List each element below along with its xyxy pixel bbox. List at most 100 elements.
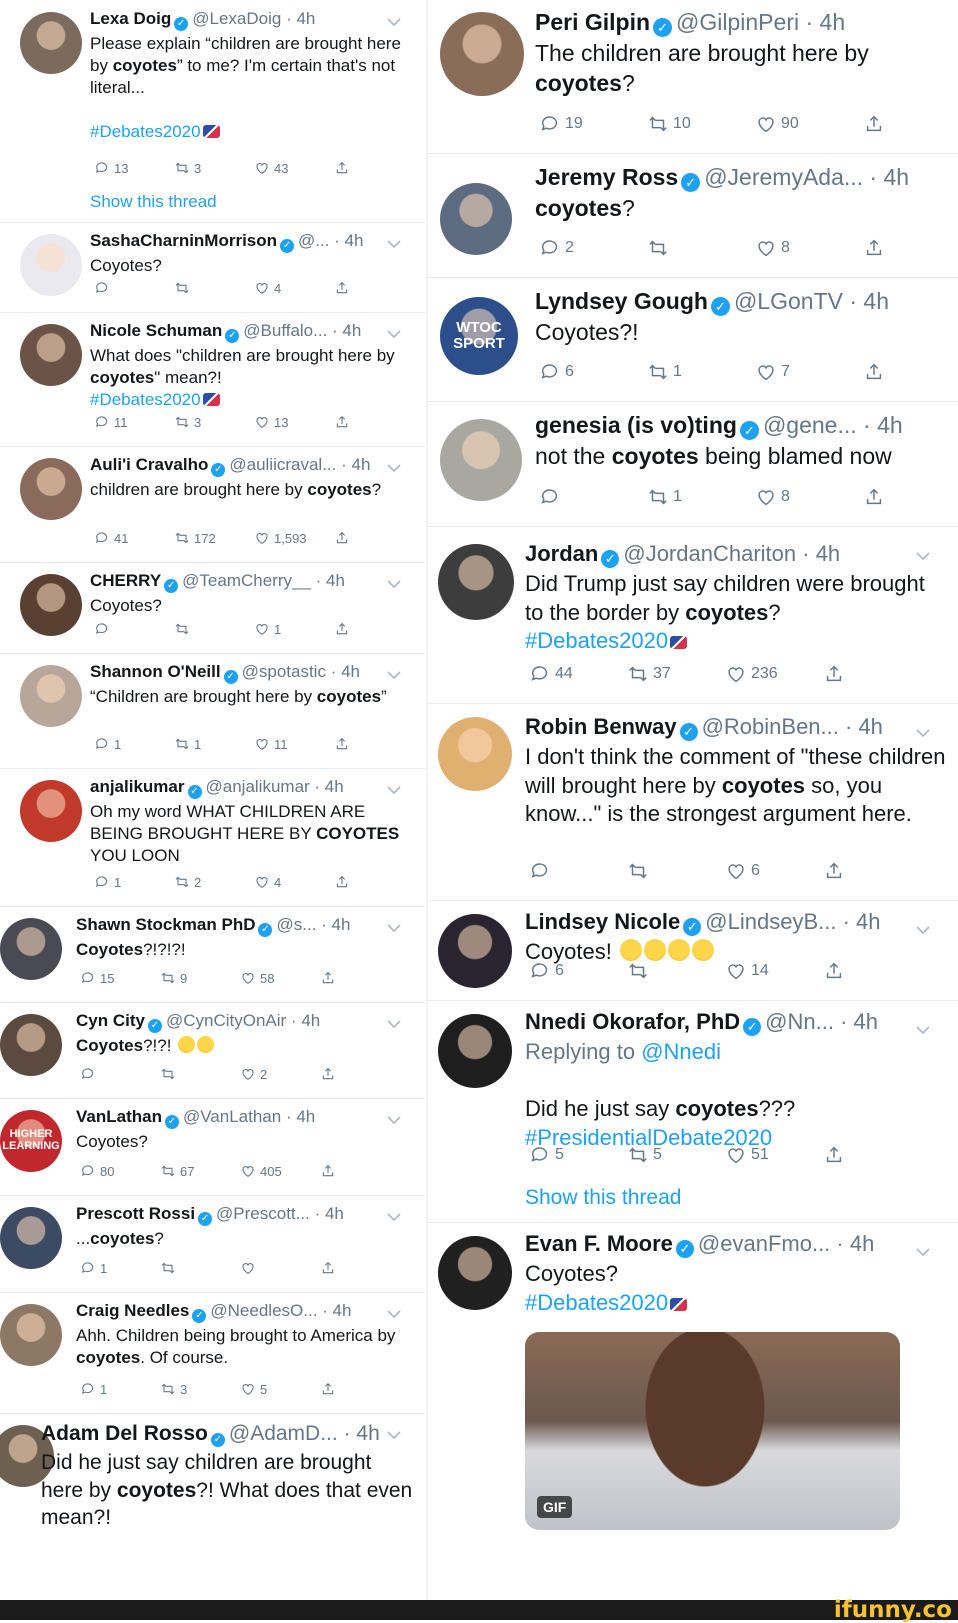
author-handle[interactable]: @auliicraval...	[229, 455, 336, 474]
retweet-button[interactable]: 172	[170, 530, 250, 546]
show-thread-link[interactable]: Show this thread	[525, 1186, 681, 1210]
author-handle[interactable]: @CynCityOnAir	[166, 1011, 286, 1030]
avatar[interactable]	[20, 665, 82, 727]
author-name[interactable]: Auli'i Cravalho	[90, 455, 208, 474]
like-button[interactable]: 51	[721, 1144, 819, 1166]
author-handle[interactable]: @...	[298, 231, 329, 250]
reply-button[interactable]: 15	[76, 970, 156, 986]
chevron-down-icon[interactable]	[387, 920, 401, 938]
timestamp[interactable]: 4h	[325, 777, 344, 796]
chevron-down-icon[interactable]	[916, 922, 930, 940]
author-name[interactable]: Peri Gilpin	[535, 9, 650, 35]
author-handle[interactable]: @NeedlesO...	[210, 1301, 317, 1320]
author-handle[interactable]: @AdamD...	[229, 1422, 338, 1445]
retweet-button[interactable]	[623, 860, 721, 882]
avatar[interactable]	[20, 12, 82, 74]
retweet-button[interactable]: 2	[170, 874, 250, 890]
timestamp[interactable]: 4h	[301, 1011, 320, 1030]
timestamp[interactable]: 4h	[854, 1009, 878, 1034]
reply-button[interactable]	[535, 486, 643, 508]
author-name[interactable]: Robin Benway	[525, 714, 677, 739]
hashtag-link[interactable]: #Debates2020	[525, 1290, 668, 1315]
reply-button[interactable]: 19	[535, 113, 643, 135]
like-button[interactable]: 8	[751, 237, 859, 259]
like-button[interactable]: 236	[721, 663, 819, 685]
timestamp[interactable]: 4h	[345, 231, 364, 250]
retweet-button[interactable]: 1	[643, 361, 751, 383]
author-name[interactable]: Jeremy Ross	[535, 164, 678, 190]
author-handle[interactable]: @JordanChariton	[623, 541, 796, 566]
share-button[interactable]	[316, 970, 396, 986]
author-name[interactable]: Shawn Stockman PhD	[76, 915, 255, 934]
chevron-down-icon[interactable]	[916, 725, 930, 743]
share-button[interactable]	[330, 736, 410, 752]
timestamp[interactable]: 4h	[333, 1301, 352, 1320]
timestamp[interactable]: 4h	[820, 9, 846, 35]
author-handle[interactable]: @Nn...	[765, 1009, 834, 1034]
like-button[interactable]: 7	[751, 361, 859, 383]
share-button[interactable]	[330, 280, 410, 296]
chevron-down-icon[interactable]	[916, 1244, 930, 1262]
hashtag-link[interactable]: @Nnedi	[641, 1039, 721, 1064]
like-button[interactable]: 14	[721, 960, 819, 982]
avatar[interactable]	[438, 544, 514, 620]
like-button[interactable]: 6	[721, 860, 819, 882]
author-handle[interactable]: @gene...	[763, 412, 857, 438]
timestamp[interactable]: 4h	[856, 909, 880, 934]
chevron-down-icon[interactable]	[387, 460, 401, 478]
gif-media[interactable]: GIF	[525, 1332, 900, 1530]
chevron-down-icon[interactable]	[916, 548, 930, 566]
timestamp[interactable]: 4h	[296, 1107, 315, 1126]
like-button[interactable]: 4	[250, 280, 330, 296]
retweet-button[interactable]: 37	[623, 663, 721, 685]
reply-button[interactable]	[90, 280, 170, 296]
timestamp[interactable]: 4h	[816, 541, 840, 566]
chevron-down-icon[interactable]	[387, 1209, 401, 1227]
like-button[interactable]: 43	[250, 160, 330, 176]
retweet-button[interactable]: 10	[643, 113, 751, 135]
chevron-down-icon[interactable]	[387, 667, 401, 685]
author-name[interactable]: Jordan	[525, 541, 598, 566]
avatar[interactable]	[20, 574, 82, 636]
hashtag-link[interactable]: #Debates2020	[525, 628, 668, 653]
chevron-down-icon[interactable]	[387, 236, 401, 254]
show-thread-link[interactable]: Show this thread	[90, 192, 217, 212]
like-button[interactable]: 5	[236, 1381, 316, 1397]
author-name[interactable]: Cyn City	[76, 1011, 145, 1030]
share-button[interactable]	[819, 1144, 917, 1166]
author-name[interactable]: Prescott Rossi	[76, 1204, 195, 1223]
reply-button[interactable]: 1	[90, 736, 170, 752]
share-button[interactable]	[330, 530, 410, 546]
reply-button[interactable]	[76, 1066, 156, 1082]
like-button[interactable]: 1	[250, 621, 330, 637]
timestamp[interactable]: 4h	[858, 714, 882, 739]
author-name[interactable]: Nicole Schuman	[90, 321, 222, 340]
share-button[interactable]	[859, 113, 958, 135]
share-button[interactable]	[330, 621, 410, 637]
author-handle[interactable]: @LGonTV	[734, 288, 843, 314]
author-handle[interactable]: @VanLathan	[183, 1107, 281, 1126]
chevron-down-icon[interactable]	[387, 326, 401, 344]
chevron-down-icon[interactable]	[387, 1427, 401, 1445]
chevron-down-icon[interactable]	[387, 14, 401, 32]
retweet-button[interactable]: 3	[170, 414, 250, 430]
timestamp[interactable]: 4h	[884, 164, 910, 190]
author-name[interactable]: Adam Del Rosso	[41, 1422, 208, 1445]
timestamp[interactable]: 4h	[326, 571, 345, 590]
retweet-button[interactable]	[643, 237, 751, 259]
author-handle[interactable]: @JeremyAda...	[704, 164, 863, 190]
author-name[interactable]: VanLathan	[76, 1107, 162, 1126]
reply-button[interactable]: 1	[76, 1381, 156, 1397]
like-button[interactable]: 2	[236, 1066, 316, 1082]
author-name[interactable]: Lyndsey Gough	[535, 288, 708, 314]
author-name[interactable]: genesia (is vo)ting	[535, 412, 737, 438]
avatar[interactable]	[438, 717, 512, 791]
reply-button[interactable]: 2	[535, 237, 643, 259]
like-button[interactable]: 58	[236, 970, 316, 986]
retweet-button[interactable]: 3	[156, 1381, 236, 1397]
avatar[interactable]	[440, 419, 522, 501]
author-name[interactable]: Craig Needles	[76, 1301, 189, 1320]
chevron-down-icon[interactable]	[387, 1306, 401, 1324]
author-name[interactable]: CHERRY	[90, 571, 161, 590]
avatar[interactable]	[20, 324, 82, 386]
